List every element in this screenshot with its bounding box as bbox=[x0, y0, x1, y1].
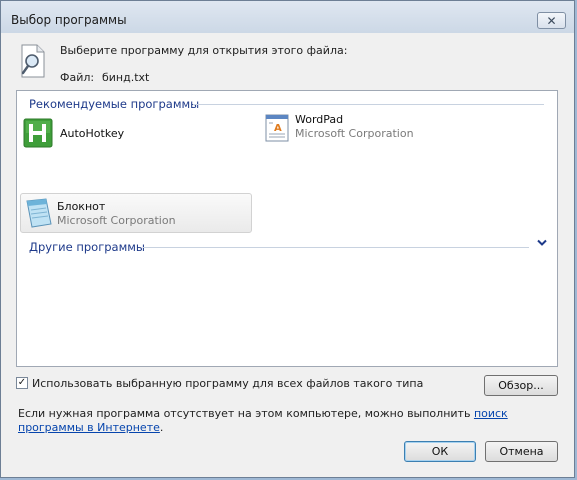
close-button[interactable]: ✕ bbox=[537, 12, 566, 29]
file-name: бинд.txt bbox=[102, 71, 150, 84]
wordpad-icon: A bbox=[265, 114, 289, 142]
close-icon: ✕ bbox=[546, 13, 557, 28]
program-company: Microsoft Corporation bbox=[57, 214, 176, 227]
help-prefix: Если нужная программа отсутствует на это… bbox=[18, 407, 474, 420]
always-use-checkbox[interactable]: ✓ bbox=[16, 377, 28, 389]
program-list[interactable]: Рекомендуемые программы AutoHotkey A Wor… bbox=[16, 90, 558, 367]
autohotkey-icon bbox=[23, 118, 53, 148]
group-divider bbox=[143, 247, 529, 248]
help-suffix: . bbox=[159, 421, 164, 434]
recommended-header[interactable]: Рекомендуемые программы bbox=[29, 97, 199, 111]
svg-text:A: A bbox=[274, 123, 282, 134]
window-title: Выбор программы bbox=[11, 13, 127, 27]
program-name: WordPad bbox=[295, 113, 344, 126]
program-item-wordpad[interactable]: A WordPad Microsoft Corporation bbox=[261, 111, 531, 149]
browse-button[interactable]: Обзор... bbox=[484, 375, 558, 396]
cancel-button[interactable]: Отмена bbox=[485, 441, 558, 462]
chevron-down-icon[interactable] bbox=[537, 239, 547, 247]
dialog-body: Выберите программу для открытия этого фа… bbox=[7, 33, 568, 471]
other-programs-header[interactable]: Другие программы bbox=[29, 240, 145, 254]
program-item-notepad[interactable]: Блокнот Microsoft Corporation bbox=[20, 193, 252, 233]
ok-button[interactable]: ОК bbox=[404, 441, 476, 462]
prompt-text: Выберите программу для открытия этого фа… bbox=[60, 44, 348, 57]
title-bar[interactable]: Выбор программы ✕ bbox=[1, 1, 574, 33]
notepad-icon bbox=[26, 198, 52, 228]
document-search-icon bbox=[21, 44, 45, 78]
help-text: Если нужная программа отсутствует на это… bbox=[18, 407, 528, 435]
program-name: AutoHotkey bbox=[60, 127, 125, 140]
program-item-autohotkey[interactable]: AutoHotkey bbox=[19, 115, 253, 153]
open-with-dialog: Выбор программы ✕ Выберите программу для… bbox=[0, 0, 575, 478]
group-divider bbox=[193, 104, 544, 105]
file-label: Файл: bbox=[60, 71, 95, 84]
program-name: Блокнот bbox=[57, 200, 106, 213]
program-company: Microsoft Corporation bbox=[295, 127, 414, 140]
always-use-label[interactable]: Использовать выбранную программу для все… bbox=[32, 377, 423, 390]
